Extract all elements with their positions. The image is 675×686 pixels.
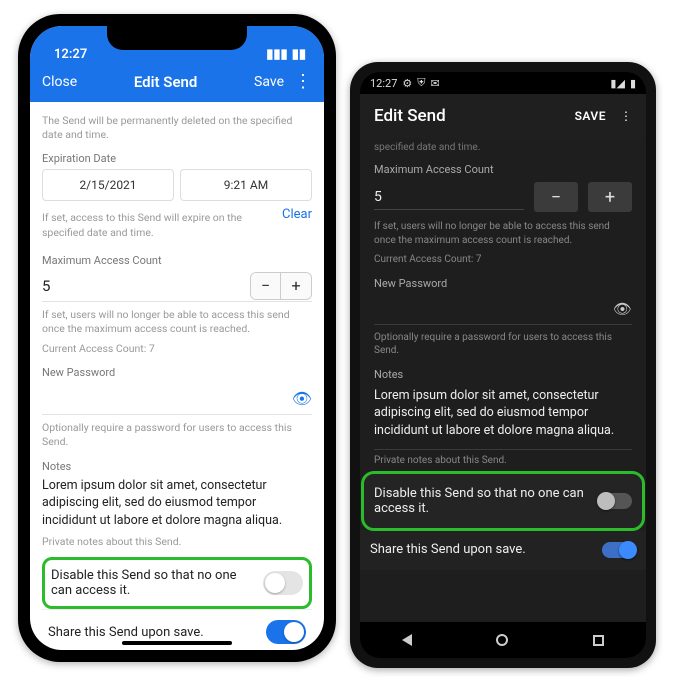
eye-icon[interactable]: 👁 (613, 300, 632, 318)
notes-helper: Private notes about this Send. (42, 535, 312, 549)
current-access-count: Current Access Count: 7 (374, 253, 632, 267)
signal-icon: ▮◢ (610, 77, 625, 90)
max-access-helper: If set, users will no longer be able to … (42, 308, 312, 336)
disable-send-row[interactable]: Disable this Send so that no one can acc… (42, 557, 312, 609)
stepper-plus-button[interactable]: + (281, 273, 311, 299)
share-send-label: Share this Send upon save. (370, 542, 602, 557)
max-access-stepper: − + (250, 272, 312, 300)
notes-text[interactable]: Lorem ipsum dolor sit amet, consectetur … (42, 477, 312, 530)
iphone-notch (107, 26, 247, 50)
save-button[interactable]: Save (254, 74, 284, 90)
battery-icon: ▮▮ (292, 47, 306, 62)
ios-nav-bar: Close Edit Send Save ⋮ (30, 62, 324, 102)
iphone-frame: 12:27 ▮▮▮ ▮▮ Close Edit Send Save ⋮ The … (18, 14, 336, 662)
android-screen: 12:27 ⚙ ⛨ ✉ ▮◢ ▮ Edit Send SAVE ⋮ specif… (360, 72, 646, 658)
ios-status-time: 12:27 (54, 47, 87, 62)
more-icon[interactable]: ⋮ (620, 109, 632, 123)
home-indicator (122, 641, 232, 645)
android-body: specified date and time. Maximum Access … (360, 142, 646, 570)
wifi-icon: ▮▮▮ (266, 47, 287, 62)
iphone-screen: 12:27 ▮▮▮ ▮▮ Close Edit Send Save ⋮ The … (30, 26, 324, 650)
android-app-bar: Edit Send SAVE ⋮ (360, 94, 646, 138)
notes-label: Notes (42, 460, 312, 473)
share-send-toggle[interactable] (602, 542, 636, 558)
page-title: Edit Send (134, 73, 197, 91)
notes-label: Notes (374, 368, 632, 381)
android-nav-bar (360, 622, 646, 658)
shield-icon: ⛨ (417, 76, 425, 90)
current-access-count: Current Access Count: 7 (42, 342, 312, 356)
stepper-minus-button[interactable]: − (534, 182, 578, 212)
password-helper: Optionally require a password for users … (374, 331, 632, 358)
max-access-value[interactable]: 5 (374, 185, 524, 210)
disable-send-toggle[interactable] (598, 493, 632, 509)
max-access-helper: If set, users will no longer be able to … (374, 220, 632, 247)
android-status-bar: 12:27 ⚙ ⛨ ✉ ▮◢ ▮ (360, 72, 646, 94)
max-access-value[interactable]: 5 (42, 271, 250, 301)
share-send-toggle[interactable] (266, 620, 306, 644)
home-button[interactable] (496, 634, 508, 646)
deletion-helper: The Send will be permanently deleted on … (42, 114, 312, 142)
disable-send-toggle[interactable] (263, 571, 303, 595)
new-password-label: New Password (42, 366, 312, 379)
notes-helper: Private notes about this Send. (374, 454, 632, 468)
max-access-label: Maximum Access Count (42, 254, 312, 267)
expiration-label: Expiration Date (42, 152, 312, 165)
expiration-helper: If set, access to this Send will expire … (42, 211, 282, 239)
back-button[interactable] (402, 634, 412, 646)
clear-button[interactable]: Clear (282, 207, 312, 222)
gear-icon: ⚙ (402, 77, 412, 90)
expiration-time-field[interactable]: 9:21 AM (180, 169, 312, 201)
max-access-label: Maximum Access Count (374, 163, 632, 176)
notes-text[interactable]: Lorem ipsum dolor sit amet, consectetur … (374, 387, 632, 451)
expiration-date-field[interactable]: 2/15/2021 (42, 169, 174, 201)
disable-send-row[interactable]: Disable this Send so that no one can acc… (364, 474, 642, 528)
deletion-helper-partial: specified date and time. (374, 142, 632, 153)
android-frame: 12:27 ⚙ ⛨ ✉ ▮◢ ▮ Edit Send SAVE ⋮ specif… (350, 62, 656, 668)
battery-icon: ▮ (630, 77, 636, 90)
eye-icon[interactable]: 👁 (292, 389, 312, 408)
mail-icon: ✉ (431, 77, 440, 90)
save-button[interactable]: SAVE (575, 109, 606, 123)
ios-body: The Send will be permanently deleted on … (30, 102, 324, 650)
close-button[interactable]: Close (42, 74, 77, 90)
recents-button[interactable] (593, 635, 604, 646)
disable-send-label: Disable this Send so that no one can acc… (51, 568, 263, 598)
android-status-time: 12:27 (370, 77, 397, 90)
share-send-row[interactable]: Share this Send upon save. (360, 530, 646, 570)
stepper-minus-button[interactable]: − (251, 273, 281, 299)
stepper-plus-button[interactable]: + (588, 182, 632, 212)
new-password-label: New Password (374, 277, 632, 290)
page-title: Edit Send (374, 106, 446, 126)
disable-send-label: Disable this Send so that no one can acc… (374, 486, 598, 516)
share-send-label: Share this Send upon save. (48, 625, 266, 640)
password-helper: Optionally require a password for users … (42, 421, 312, 449)
